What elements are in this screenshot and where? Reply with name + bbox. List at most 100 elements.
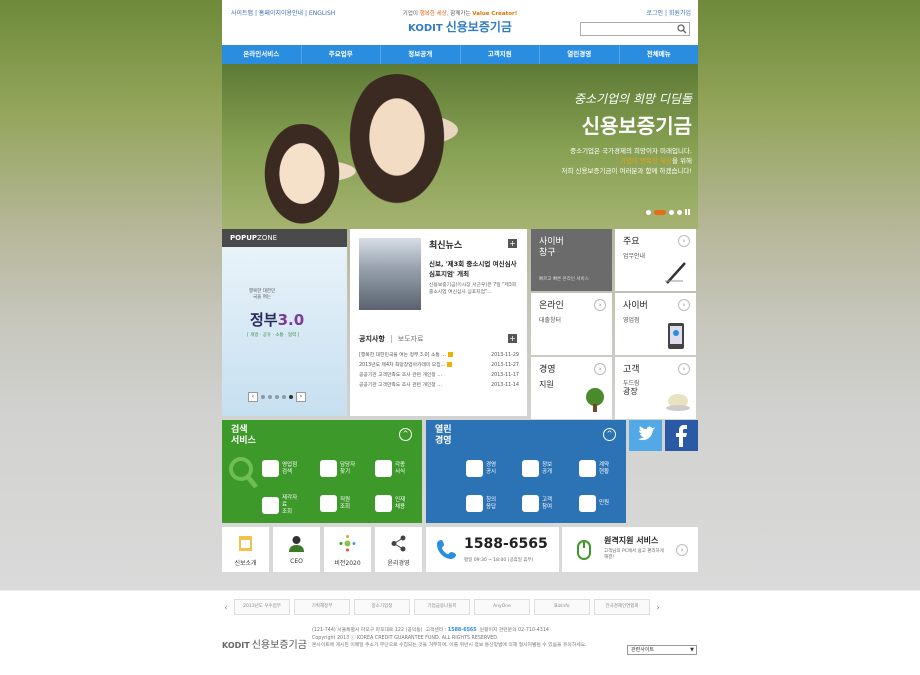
check-person-icon (320, 460, 337, 477)
banner-item[interactable]: 중소기업청 (354, 599, 410, 615)
chevron-down-icon: ▼ (690, 647, 694, 653)
tree-icon (586, 388, 604, 412)
twitter-button[interactable] (629, 420, 662, 451)
customer-center-phone[interactable]: 1588-6565 평일 09:30 ~ 18:00 (공휴일 휴무) (426, 527, 559, 572)
arrow-icon: › (678, 363, 690, 375)
hero-banner: 중소기업의 희망 디딤돌 신용보증기금 중소기업은 국가경제의 희망이자 미래입… (222, 64, 698, 229)
quick-ceo[interactable]: CEO (273, 527, 320, 572)
remote-support[interactable]: 원격지원 서비스 고객님의 PC에서 쉽고 편리하게 해결! › (562, 527, 698, 572)
banner-item[interactable]: 기업금융나들목 (414, 599, 470, 615)
related-sites-select[interactable]: 관련사이트 ▼ (627, 645, 697, 655)
news-headline[interactable]: 신보, '제3회 중소시업 여신심사 심포지엄' 개최 (429, 259, 519, 279)
nav-major-business[interactable]: 주요업무 (302, 45, 381, 64)
notice-list: [행복한 대한민국을 여는 정부 3.0] 소통 … 2013-11-29 201… (359, 351, 519, 391)
list-item[interactable]: [행복한 대한민국을 여는 정부 3.0] 소통 … 2013-11-29 (359, 351, 519, 361)
popup-tags: [ 개방 · 공유 · 소통 · 협력 ] (247, 333, 300, 338)
quick-intro[interactable]: 신보소개 (222, 527, 269, 572)
arrow-icon: › (594, 363, 606, 375)
popup-dot[interactable] (261, 395, 265, 399)
quick-ethics[interactable]: 윤리경영 (375, 527, 422, 572)
chevron-right-icon[interactable]: › (654, 603, 662, 612)
notice-tabs: 공지사항 보도자료 (359, 334, 424, 344)
hero-dot[interactable] (669, 209, 674, 215)
banner-item[interactable]: 2013년도 우수업무 (234, 599, 290, 615)
banner-item[interactable]: Bizinfo (534, 599, 590, 615)
service-forms[interactable]: 각종 서식 (375, 460, 411, 477)
quick-vision[interactable]: 비전2020 (324, 527, 371, 572)
pause-icon[interactable] (685, 209, 690, 215)
tile-online-loan[interactable]: 온라인 대출창터 › (531, 293, 612, 355)
service-customer-participation[interactable]: 고객 참여 (522, 495, 558, 512)
banner-item[interactable]: 기획재정부 (294, 599, 350, 615)
popup-zone-header: POPUPZONE (222, 229, 347, 247)
hero-pager (646, 209, 690, 215)
banner-item[interactable]: 전국경제인연합회 (594, 599, 650, 615)
service-employee-lookup[interactable]: 직원 조회 (320, 495, 356, 512)
nav-online-service[interactable]: 온라인서비스 (222, 45, 302, 64)
new-badge-icon (447, 362, 453, 367)
megaphone-icon (579, 495, 596, 512)
phone-number: 1588-6565 (464, 536, 548, 552)
list-item[interactable]: 공공기관 고객만족도 조사 관련 개인정 … 2013-11-17 (359, 371, 519, 381)
tile-major-business[interactable]: 주요 업무안내 › (615, 229, 696, 291)
service-recruit[interactable]: 인재 채용 (375, 495, 411, 512)
nav-open-management[interactable]: 열린경영 (540, 45, 620, 64)
toolbox-icon (262, 497, 279, 514)
nav-all-menu[interactable]: 전체메뉴 (620, 45, 699, 64)
arrow-icon: › (678, 235, 690, 247)
notice-more-button[interactable]: + (508, 334, 517, 343)
service-info-disclosure[interactable]: 정보 공개 (522, 460, 558, 477)
news-panel: 최신뉴스 + 신보, '제3회 중소시업 여신심사 심포지엄' 개최 신용보증기… (350, 229, 527, 416)
tile-management-support[interactable]: 경영 지원 › (531, 357, 612, 419)
branch-search-icon (262, 460, 279, 477)
tile-cyber-counter[interactable]: 사이버 창구 빠르고 빠른 온라인 서비스 (531, 229, 612, 291)
nav-info-disclosure[interactable]: 정보공개 (381, 45, 461, 64)
hero-dot[interactable] (646, 209, 651, 215)
login-links[interactable]: 로그인 | 회원가입 (647, 8, 691, 17)
hero-description: 중소기업은 국가경제의 희망이자 미래입니다. 기업이 행복한 세상을 위해 저… (561, 147, 692, 175)
news-more-button[interactable]: + (508, 239, 517, 248)
popup-zone: POPUPZONE 행복한 대한민국을 여는 정부3.0 [ 개방 · 공유 ·… (222, 229, 347, 416)
list-item[interactable]: 2013년도 제4차 희망창업아카데미 모집… 2013-11-27 (359, 361, 519, 371)
news-photo[interactable] (359, 238, 421, 310)
bar-chart-icon (466, 460, 483, 477)
search-icon[interactable] (677, 24, 687, 34)
hero-dot[interactable] (677, 209, 682, 215)
hero-dot-active[interactable] (654, 209, 666, 215)
popup-dot[interactable] (282, 395, 286, 399)
banner-item[interactable]: AnyOne (474, 599, 530, 615)
service-branch-search[interactable]: 영업점 검색 (262, 460, 298, 477)
popup-dot-active[interactable] (289, 395, 293, 399)
remote-support-title: 원격지원 서비스 (604, 536, 659, 545)
open-management-title: 열린 경영 (435, 425, 452, 446)
hero-photo-woman (342, 74, 452, 214)
chevron-left-icon[interactable]: ‹ (222, 603, 230, 612)
tile-customer-square[interactable]: 고객 두드림 광장 › (615, 357, 696, 419)
twitter-icon (638, 426, 655, 441)
tile-cyber-branch[interactable]: 사이버 영업점 › (615, 293, 696, 355)
collapse-icon[interactable]: ^ (399, 428, 412, 441)
service-contract-status[interactable]: 계약 현황 (579, 460, 615, 477)
book-icon (579, 460, 596, 477)
tab-notice[interactable]: 공지사항 (359, 335, 385, 343)
search-services-title: 검색 서비스 (231, 425, 256, 446)
edit-monitor-icon (522, 495, 539, 512)
service-qna[interactable]: 칭의 응답 (466, 495, 502, 512)
tab-press[interactable]: 보도자료 (390, 335, 424, 343)
service-civil-complaint[interactable]: 민원 (579, 495, 615, 512)
service-staff-find[interactable]: 담당자 찾기 (320, 460, 356, 477)
popup-dot[interactable] (268, 395, 272, 399)
collapse-icon[interactable]: ^ (603, 428, 616, 441)
list-item[interactable]: 공공기관 고객만족도 조사 관련 개인정 … 2013-11-14 (359, 381, 519, 391)
service-mgmt-disclosure[interactable]: 경영 공시 (466, 460, 502, 477)
service-data-lookup[interactable]: 제각자료 조회 (262, 495, 298, 516)
graduate-icon (375, 495, 392, 512)
magnifier-person-icon (320, 495, 337, 512)
search-input[interactable] (580, 22, 690, 36)
popup-next-button[interactable]: › (296, 392, 306, 402)
facebook-button[interactable] (665, 420, 698, 451)
popup-dot[interactable] (275, 395, 279, 399)
nav-customer-support[interactable]: 고객지원 (461, 45, 540, 64)
popup-prev-button[interactable]: ‹ (248, 392, 258, 402)
share-icon (391, 535, 406, 552)
